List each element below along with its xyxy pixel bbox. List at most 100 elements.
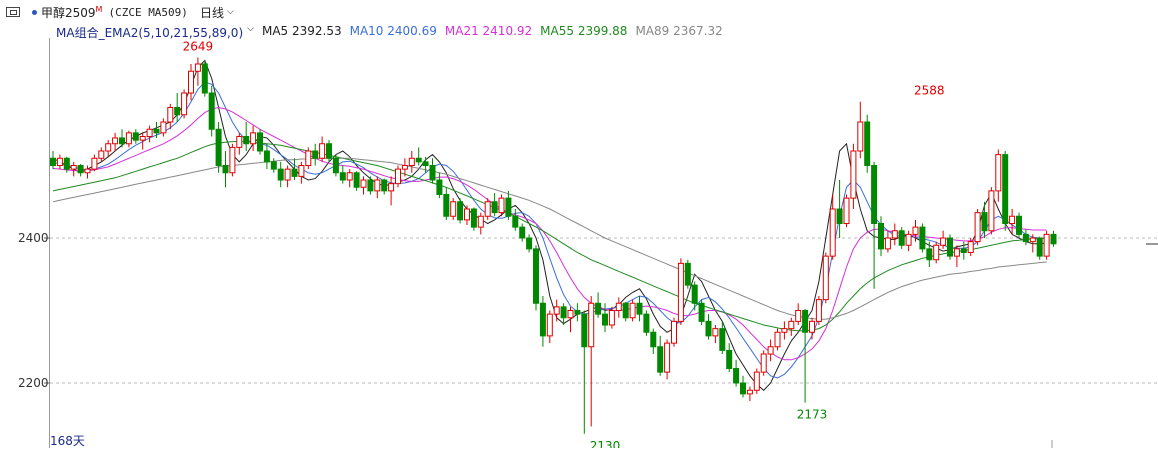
candle-body [953,248,960,257]
candle-body [871,165,878,224]
candle-body [622,302,629,319]
candle-body [415,157,422,163]
candle-body [567,310,574,319]
candle-body [526,237,533,250]
candle-115 [843,194,850,228]
candle-body [229,146,236,174]
candle-46 [367,176,374,195]
candle-127 [926,241,933,267]
visible-days-label: 168天 [50,434,85,448]
candle-body [1002,154,1009,224]
candle-body [809,320,815,333]
candle-101 [746,386,753,402]
extreme-label-2588: 2588 [914,84,945,98]
candle-body [698,302,705,322]
candle-body [1050,233,1057,245]
candle-48 [381,178,388,195]
candle-body [719,328,726,351]
candle-body [960,248,967,253]
candle-body [905,233,912,246]
candle-body [746,389,753,395]
candle-body [712,328,719,337]
candle-119 [871,161,878,289]
candle-81 [608,306,615,329]
candle-60 [464,205,470,225]
candle-body [1009,215,1016,224]
candle-84 [629,299,636,322]
candle-body [919,226,926,250]
candle-42 [339,165,346,184]
candle-26 [229,143,236,177]
price-chart[interactable]: 2400 2200 2649 2588 2173 2130 [0,0,1158,448]
candle-105 [774,328,781,351]
candle-122 [891,223,898,246]
candle-20 [188,64,194,101]
candle-27 [236,132,243,155]
candle-body [629,302,636,319]
candle-77 [581,310,588,434]
candle-19 [181,89,188,119]
candle-body [498,197,505,214]
candle-17 [167,103,174,130]
candle-body [436,179,443,195]
candle-131 [953,245,960,267]
candle-88 [657,335,664,376]
candle-body [988,190,995,232]
candle-96 [712,325,719,344]
candle-body [457,201,464,221]
candle-44 [353,171,360,191]
candle-69 [526,234,533,253]
candle-body [319,143,326,159]
candle-12 [132,129,139,144]
candle-57 [443,187,450,220]
candle-body [898,230,905,246]
candle-body [215,128,222,166]
candle-body [105,143,112,152]
candle-30 [257,129,263,155]
candle-body [353,172,360,188]
candle-body [291,168,298,177]
candle-body [864,121,871,166]
candle-107 [788,317,795,336]
candle-58 [450,198,457,220]
candle-75 [567,306,574,333]
candle-body [346,172,353,181]
candle-53 [415,147,422,166]
candle-18 [174,93,181,122]
candle-body [981,212,988,232]
candle-70 [533,245,539,311]
candle-body [588,302,595,348]
candle-59 [457,198,464,224]
candle-body [326,143,332,159]
candle-85 [636,296,643,322]
candle-7 [98,147,105,162]
candle-49 [388,176,395,206]
candle-body [553,306,560,315]
candle-64 [491,193,498,217]
candle-body [257,132,263,152]
candle-1 [56,154,63,170]
candle-55 [429,158,436,184]
candle-body [470,208,477,228]
candle-139 [1009,209,1016,235]
candle-body [360,179,367,188]
candle-body [967,241,974,253]
candle-95 [705,314,712,340]
candle-body [77,165,84,174]
candle-121 [884,230,891,253]
candle-body [878,223,884,250]
candle-body [1043,233,1050,257]
candle-body [236,136,243,148]
candle-106 [781,321,788,340]
candle-140 [1016,212,1022,238]
candle-body [305,150,312,166]
candle-body [112,137,119,145]
candle-body [602,313,608,326]
candle-body [374,179,381,192]
candle-98 [726,343,733,373]
candle-body [222,165,229,174]
candle-66 [505,190,512,220]
candle-145 [1050,230,1057,247]
candle-body [277,168,284,181]
candle-109 [802,309,809,403]
